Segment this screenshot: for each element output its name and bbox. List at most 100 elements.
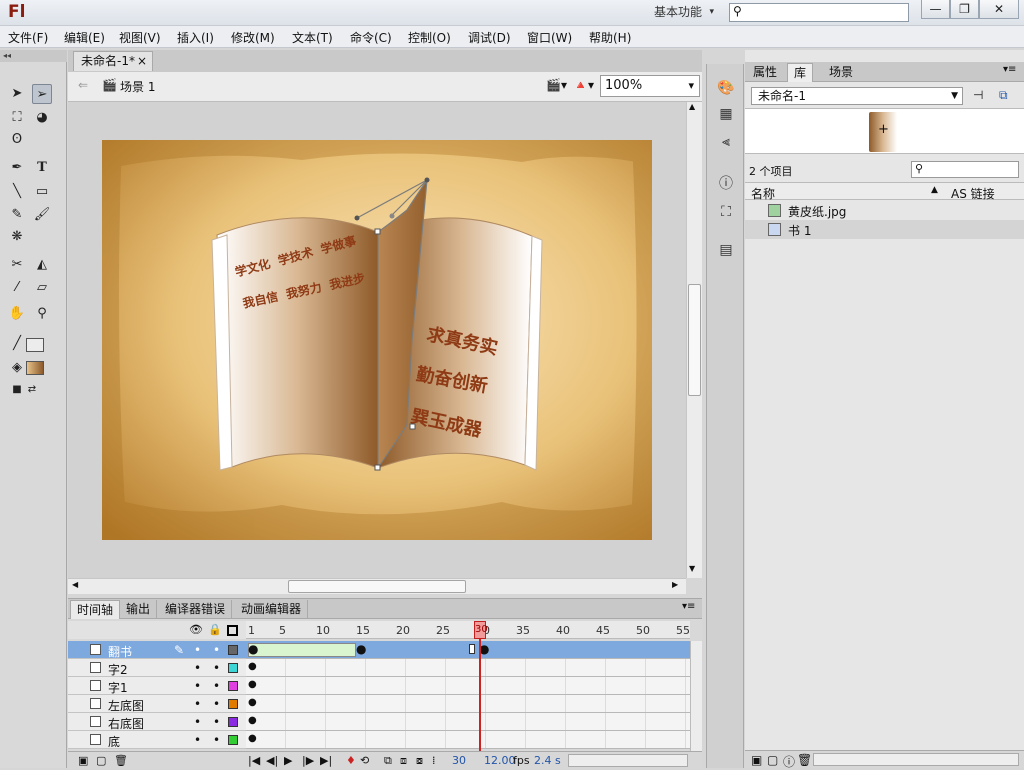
swatches-panel-icon[interactable]: ▦ — [716, 104, 736, 124]
lock-toggle[interactable]: • — [213, 677, 220, 695]
layer-name[interactable]: 字2 — [108, 661, 128, 678]
motion-tween-span[interactable] — [248, 643, 356, 657]
eraser-tool-icon[interactable]: ▱ — [32, 278, 52, 298]
step-forward-icon[interactable]: |▶ — [302, 754, 314, 767]
3d-rotation-tool-icon[interactable]: ◕ — [32, 108, 52, 128]
rectangle-tool-icon[interactable]: ▭ — [32, 182, 52, 202]
keyframe[interactable]: ● — [356, 642, 366, 656]
edit-scene-icon[interactable]: 🎬▾ — [546, 78, 567, 92]
keyframe[interactable]: ● — [248, 679, 257, 690]
workspace-switcher[interactable]: 基本功能 — [636, 2, 714, 22]
lock-all-icon[interactable]: 🔒 — [208, 623, 222, 636]
menu-commands[interactable]: 命令(C) — [350, 29, 392, 46]
scroll-right-icon[interactable]: ▶ — [672, 580, 678, 589]
hand-tool-icon[interactable]: ✋ — [7, 304, 27, 324]
color-panel-icon[interactable]: 🎨 — [716, 78, 736, 98]
tab-library[interactable]: 库 — [787, 63, 814, 82]
sort-ascending-icon[interactable]: ▲ — [931, 185, 938, 195]
playhead-marker[interactable]: 30 — [474, 621, 488, 639]
fill-color-icon[interactable]: ◈ — [7, 358, 27, 378]
frame-ruler[interactable]: 1 5 10 15 20 25 30 35 40 45 50 55 — [246, 621, 690, 639]
align-panel-icon[interactable]: ⫷ — [716, 132, 736, 152]
brush-tool-icon[interactable]: 🖌 — [32, 205, 52, 225]
go-to-last-frame-icon[interactable]: ▶| — [320, 754, 332, 767]
menu-file[interactable]: 文件(F) — [8, 29, 48, 46]
library-item[interactable]: 黄皮纸.jpg — [745, 201, 1024, 220]
delete-icon[interactable]: 🗑 — [797, 753, 812, 767]
swap-colors-icon[interactable]: ⇄ — [22, 380, 42, 400]
keyframe[interactable]: ● — [248, 697, 257, 708]
tab-properties[interactable]: 属性 — [747, 63, 783, 82]
stage-area[interactable]: 学文化 学技术 学做事 我自信 我努力 我进步 求真务实 勤奋创新 巽玉成器 — [68, 102, 686, 578]
layer-name[interactable]: 底 — [108, 733, 120, 750]
outline-color-swatch[interactable] — [228, 645, 238, 655]
outline-color-swatch[interactable] — [228, 681, 238, 691]
transform-panel-icon[interactable]: ⛶ — [716, 202, 736, 222]
visibility-toggle[interactable]: • — [194, 695, 201, 713]
text-tool-icon[interactable]: T — [32, 158, 52, 178]
scroll-down-icon[interactable]: ▼ — [689, 564, 695, 573]
go-to-first-frame-icon[interactable]: |◀ — [248, 754, 260, 767]
library-item[interactable]: 书 1 — [745, 220, 1024, 239]
bone-tool-icon[interactable]: ✂ — [7, 255, 27, 275]
layer-name[interactable]: 右底图 — [108, 715, 144, 732]
frame-row[interactable]: ● — [246, 695, 690, 713]
column-as-linkage[interactable]: AS 链接 — [951, 185, 995, 202]
properties-icon[interactable]: ⓘ — [783, 753, 795, 770]
menu-text[interactable]: 文本(T) — [292, 29, 333, 46]
tab-scene[interactable]: 场景 — [823, 63, 859, 82]
menu-insert[interactable]: 插入(I) — [177, 29, 214, 46]
stage-canvas[interactable]: 学文化 学技术 学做事 我自信 我努力 我进步 求真务实 勤奋创新 巽玉成器 — [102, 140, 652, 540]
fps-value[interactable]: 12.00 — [484, 754, 516, 767]
lock-toggle[interactable]: • — [213, 659, 220, 677]
frame-row[interactable]: ● — [246, 713, 690, 731]
frame-row[interactable]: ● — [246, 731, 690, 749]
minimize-button[interactable]: — — [921, 0, 950, 19]
visibility-toggle[interactable]: • — [194, 713, 201, 731]
frame-row[interactable]: ● — [246, 659, 690, 677]
outline-all-icon[interactable] — [227, 625, 238, 636]
horizontal-scroll-thumb[interactable] — [288, 580, 466, 593]
timeline-vertical-scrollbar[interactable] — [690, 641, 702, 751]
vertical-scroll-thumb[interactable] — [688, 284, 701, 396]
pencil-tool-icon[interactable]: ✎ — [7, 205, 27, 225]
pin-library-icon[interactable]: ⊣ — [973, 88, 983, 102]
library-document-select[interactable]: 未命名-1 — [751, 87, 963, 105]
panel-menu-icon[interactable]: ▾≡ — [1003, 64, 1016, 75]
lasso-tool-icon[interactable]: ʘ — [7, 130, 27, 150]
new-folder-icon[interactable]: ▢ — [767, 753, 778, 767]
eyedropper-tool-icon[interactable]: ⁄ — [7, 278, 27, 298]
menu-control[interactable]: 控制(O) — [408, 29, 451, 46]
step-back-icon[interactable]: ◀| — [266, 754, 278, 767]
onion-outline-icon[interactable]: ⧈ — [400, 754, 407, 768]
visibility-toggle[interactable]: • — [194, 641, 201, 659]
document-tab[interactable]: 未命名-1* × — [73, 51, 153, 71]
edit-symbols-icon[interactable]: 🔺▾ — [573, 78, 594, 92]
layer-name[interactable]: 字1 — [108, 679, 128, 696]
frame-row[interactable]: ● — [246, 677, 690, 695]
center-frame-icon[interactable]: ♦ — [346, 754, 356, 767]
lock-toggle[interactable]: • — [213, 641, 220, 659]
column-name[interactable]: 名称 — [751, 185, 775, 202]
menu-debug[interactable]: 调试(D) — [468, 29, 511, 46]
loop-icon[interactable]: ⟲ — [360, 754, 369, 767]
visibility-toggle[interactable]: • — [194, 677, 201, 695]
new-symbol-icon[interactable]: ▣ — [751, 753, 762, 767]
lock-toggle[interactable]: • — [213, 731, 220, 749]
edit-multiple-frames-icon[interactable]: ⧇ — [416, 754, 423, 768]
zoom-tool-icon[interactable]: ⚲ — [32, 304, 52, 324]
layer-row[interactable]: 字1 • • — [68, 677, 246, 695]
onion-skin-icon[interactable]: ⧉ — [384, 754, 392, 768]
keyframe[interactable]: ● — [248, 642, 258, 656]
keyframe[interactable]: ● — [248, 715, 257, 726]
tab-compiler-errors[interactable]: 编译器错误 — [159, 600, 233, 619]
play-icon[interactable]: ▶ — [284, 754, 292, 767]
info-panel-icon[interactable]: ⓘ — [716, 174, 736, 194]
selection-tool-icon[interactable]: ➤ — [7, 84, 27, 104]
new-library-panel-icon[interactable]: ⧉ — [999, 88, 1008, 103]
subselection-tool-icon[interactable]: ➢ — [32, 84, 52, 104]
line-tool-icon[interactable]: ╲ — [7, 182, 27, 202]
layer-row[interactable]: 字2 • • — [68, 659, 246, 677]
menu-modify[interactable]: 修改(M) — [231, 29, 275, 46]
delete-layer-icon[interactable]: 🗑 — [114, 754, 128, 767]
